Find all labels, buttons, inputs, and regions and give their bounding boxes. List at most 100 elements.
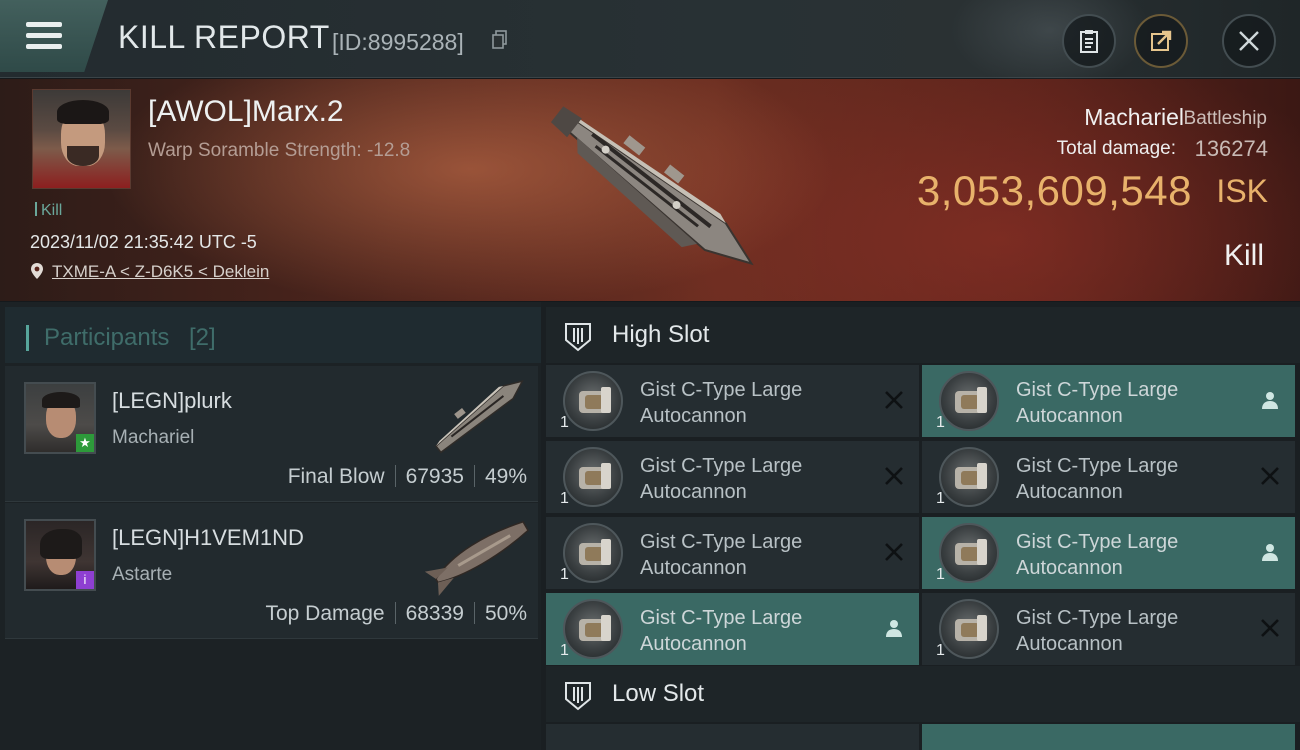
dropped-icon [1262,544,1278,561]
scramble-strength: Warp Soramble Strength: -12.8 [148,140,411,161]
kill-result: Kill [1223,239,1264,272]
item-quantity: 1 [560,490,569,507]
high-slot-item[interactable]: 1 Gist C-Type Large Autocannon [922,441,1295,513]
participant-damage: 67935 [405,465,464,488]
participant-percent: 50% [484,602,527,625]
item-quantity: 1 [560,414,569,431]
victim-portrait[interactable] [32,89,131,189]
destroyed-icon [885,391,903,409]
item-name: Gist C-Type Large Autocannon [640,379,803,427]
participant-name[interactable]: [LEGN]plurk [112,388,232,414]
high-slot-item[interactable]: 1 Gist C-Type Large Autocannon [922,365,1295,437]
low-slot-item[interactable] [922,724,1295,750]
total-damage-value: 136274 [1194,136,1268,161]
kill-location: TXME-A < Z-D6K5 < Deklein [30,262,269,282]
participant-row[interactable]: i [LEGN]H1VEM1ND Astarte Top Damage 68339… [5,503,538,639]
victim-banner: [AWOL]Marx.2 Warp Soramble Strength: -12… [0,79,1300,301]
high-slot-title: High Slot [612,321,710,348]
destroyed-icon [885,467,903,485]
destroyed-icon [885,543,903,561]
high-slot-item[interactable]: 1 Gist C-Type Large Autocannon [546,517,919,589]
high-slot-item[interactable]: 1 Gist C-Type Large Autocannon [546,365,919,437]
low-slot-title: Low Slot [612,680,705,707]
participant-row[interactable]: ★ [LEGN]plurk Machariel Final Blow 67935 4… [5,366,538,502]
participant-damage: 68339 [405,602,464,625]
participants-header: Participants [2] [5,307,541,363]
destroyed-icon [1261,467,1279,485]
autocannon-icon [939,523,999,583]
item-quantity: 1 [936,566,945,583]
participant-ship-image [425,520,529,596]
item-name: Gist C-Type Large Autocannon [1016,455,1179,503]
item-quantity: 1 [936,490,945,507]
victim-name[interactable]: [AWOL]Marx.2 [148,95,344,129]
item-name: Gist C-Type Large Autocannon [1016,607,1179,655]
participant-ship: Machariel [112,427,195,448]
menu-icon[interactable] [26,22,62,50]
victim-ship-class: Battleship [1183,108,1267,129]
page-title: KILL REPORT [118,19,330,55]
participant-portrait[interactable]: i [24,519,96,591]
participant-stats: Top Damage 68339 50% [265,602,527,626]
autocannon-icon [939,371,999,431]
high-slot-item[interactable]: 1 Gist C-Type Large Autocannon [922,593,1295,665]
item-quantity: 1 [936,414,945,431]
kill-timestamp: 2023/11/02 21:35:42 UTC -5 [30,232,257,252]
item-quantity: 1 [936,642,945,659]
item-quantity: 1 [560,566,569,583]
participants-panel: Participants [2] ★ [LEGN]plurk Machariel… [0,302,541,750]
autocannon-icon [563,599,623,659]
isk-value: 3,053,609,548 [916,167,1192,214]
high-slot-item[interactable]: 1 Gist C-Type Large Autocannon [922,517,1295,589]
participant-role: Top Damage [265,602,385,625]
participant-ship-image [434,380,524,454]
report-id: [ID:8995288] [332,29,464,55]
participant-portrait[interactable]: ★ [24,382,96,454]
item-name: Gist C-Type Large Autocannon [640,607,803,655]
info-badge-icon: i [76,571,94,589]
clipboard-icon [1080,30,1098,53]
star-badge-icon: ★ [76,434,94,452]
clipboard-button[interactable] [1062,14,1116,68]
participant-name[interactable]: [LEGN]H1VEM1ND [112,525,304,551]
dropped-icon [886,620,902,637]
item-name: Gist C-Type Large Autocannon [640,531,803,579]
high-slot-item[interactable]: 1 Gist C-Type Large Autocannon [546,441,919,513]
top-bar: KILL REPORT [ID:8995288] [0,0,1300,90]
slot-icon [565,323,591,352]
participant-percent: 49% [484,465,527,488]
total-damage-label: Total damage: [1056,138,1176,159]
autocannon-icon [939,599,999,659]
autocannon-icon [563,371,623,431]
destroyed-icon [1261,619,1279,637]
close-icon [1239,31,1259,51]
slot-icon [565,682,591,711]
item-name: Gist C-Type Large Autocannon [640,455,803,503]
location-pin-icon [31,263,43,279]
autocannon-icon [563,447,623,507]
item-name: Gist C-Type Large Autocannon [1016,379,1179,427]
autocannon-icon [939,447,999,507]
share-button[interactable] [1134,14,1188,68]
autocannon-icon [563,523,623,583]
low-slot-header: Low Slot [546,666,1300,722]
victim-ship-image[interactable] [530,85,780,299]
participant-ship: Astarte [112,564,173,585]
fitting-panel: High Slot 1 Gist C-Type Large Autocannon 1… [541,302,1300,750]
high-slot-item[interactable]: 1 Gist C-Type Large Autocannon [546,593,919,665]
dropped-icon [1262,392,1278,409]
participant-role: Final Blow [287,465,385,488]
item-quantity: 1 [560,642,569,659]
close-button[interactable] [1222,14,1276,68]
share-icon [1151,30,1172,51]
kill-tag: Kill [35,202,62,220]
low-slot-item[interactable] [546,724,919,750]
location-link[interactable]: TXME-A < Z-D6K5 < Deklein [52,262,269,281]
victim-ship-name[interactable]: Machariel [1084,104,1184,131]
participant-stats: Final Blow 67935 49% [288,465,527,489]
copy-icon[interactable] [492,30,508,50]
item-name: Gist C-Type Large Autocannon [1016,531,1179,579]
participants-count: [2] [189,324,216,351]
isk-unit: ISK [1216,173,1268,209]
high-slot-header: High Slot [546,307,1300,363]
